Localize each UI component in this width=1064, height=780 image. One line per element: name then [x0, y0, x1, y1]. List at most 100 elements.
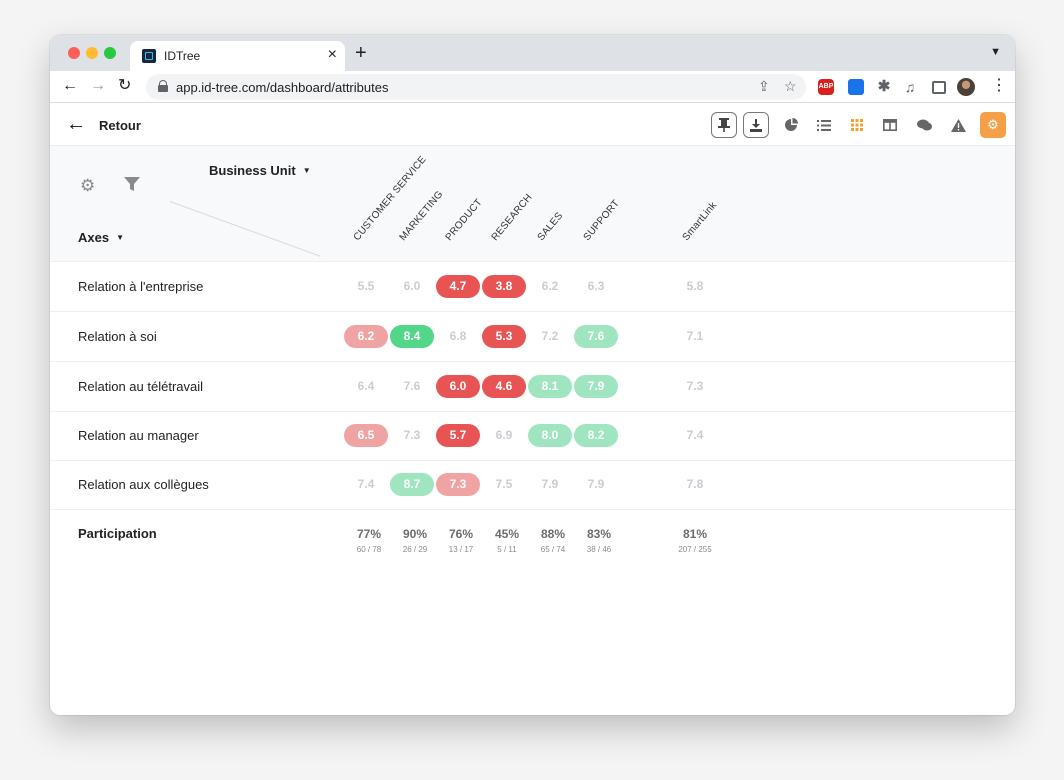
score-cell[interactable]: 5.7 — [436, 424, 480, 447]
address-bar[interactable]: app.id-tree.com/dashboard/attributes ⇪ ☆ — [146, 74, 806, 100]
score-cell[interactable]: 7.1 — [673, 325, 717, 348]
row-label: Relation aux collègues — [78, 477, 209, 492]
columns-icon[interactable] — [877, 112, 903, 138]
browser-menu-icon[interactable]: ⋮ — [991, 77, 1007, 95]
settings-gear-icon[interactable]: ⚙ — [980, 112, 1006, 138]
gear-icon[interactable]: ⚙ — [80, 177, 95, 195]
participation-ratio: 38 / 46 — [586, 545, 612, 554]
extension-icon[interactable] — [848, 79, 864, 95]
table-row: Relation à soi 6.2 8.4 6.8 5.3 7.2 7.6 7… — [50, 312, 1015, 362]
score-cell[interactable]: 6.4 — [344, 375, 388, 398]
score-cell[interactable]: 8.2 — [574, 424, 618, 447]
participation-label: Participation — [78, 526, 157, 541]
column-header-research[interactable]: RESEARCH — [490, 192, 535, 243]
column-header-marketing[interactable]: MARKETING — [398, 189, 446, 243]
back-link[interactable]: Retour — [99, 118, 141, 133]
profile-avatar[interactable] — [957, 78, 975, 96]
axes-dropdown[interactable]: Axes ▼ — [78, 230, 124, 245]
score-cell[interactable]: 5.8 — [673, 275, 717, 298]
score-cell[interactable]: 7.6 — [390, 375, 434, 398]
idtree-favicon-icon — [142, 49, 156, 63]
row-label: Relation au télétravail — [78, 379, 204, 394]
extensions-puzzle-icon[interactable]: ✱ — [876, 79, 892, 95]
score-cell[interactable]: 3.8 — [482, 275, 526, 298]
score-cell[interactable]: 8.1 — [528, 375, 572, 398]
new-tab-button[interactable]: + — [355, 43, 367, 63]
score-cell[interactable]: 7.4 — [673, 424, 717, 447]
app-header: ← Retour ⚙ — [50, 104, 1015, 146]
forward-arrow-icon[interactable]: → — [90, 76, 106, 96]
lock-icon — [158, 80, 168, 92]
participation-ratio: 207 / 255 — [678, 545, 712, 554]
minimize-window-button[interactable] — [86, 47, 98, 59]
pie-chart-icon[interactable] — [778, 112, 804, 138]
comments-icon[interactable] — [911, 112, 937, 138]
column-header-smartlink[interactable]: SmartLink — [681, 200, 720, 243]
adblock-extension-icon[interactable]: ABP — [818, 79, 834, 95]
reload-icon[interactable]: ↻ — [118, 76, 131, 96]
tab-close-icon[interactable]: × — [328, 46, 337, 64]
score-cell[interactable]: 7.3 — [673, 375, 717, 398]
maximize-window-button[interactable] — [104, 47, 116, 59]
participation-percent: 83% — [586, 527, 612, 541]
participation-cell: 81% 207 / 255 — [667, 526, 723, 555]
browser-window: IDTree × + ▼ ← → ↻ app.id-tree.com/dashb… — [50, 35, 1015, 715]
warning-icon[interactable] — [945, 112, 971, 138]
column-header-support[interactable]: SUPPORT — [582, 198, 622, 243]
download-icon[interactable] — [743, 112, 769, 138]
score-cell[interactable]: 4.7 — [436, 275, 480, 298]
score-cell[interactable]: 5.5 — [344, 275, 388, 298]
score-cell[interactable]: 7.8 — [673, 473, 717, 496]
score-cell[interactable]: 6.2 — [344, 325, 388, 348]
score-cell[interactable]: 8.4 — [390, 325, 434, 348]
tab-search-chevron-icon[interactable]: ▼ — [990, 46, 1001, 58]
table-row: Relation aux collègues 7.4 8.7 7.3 7.5 7… — [50, 460, 1015, 510]
row-label: Relation à soi — [78, 329, 157, 344]
score-cell[interactable]: 7.3 — [390, 424, 434, 447]
score-cell[interactable]: 6.9 — [482, 424, 526, 447]
browser-toolbar: ← → ↻ app.id-tree.com/dashboard/attribut… — [50, 71, 1015, 103]
score-cell[interactable]: 6.3 — [574, 275, 618, 298]
close-window-button[interactable] — [68, 47, 80, 59]
table-row: Relation au manager 6.5 7.3 5.7 6.9 8.0 … — [50, 411, 1015, 461]
column-header-product[interactable]: PRODUCT — [444, 197, 485, 243]
score-cell[interactable]: 7.3 — [436, 473, 480, 496]
score-cell[interactable]: 6.5 — [344, 424, 388, 447]
list-icon[interactable] — [811, 112, 837, 138]
grid-icon[interactable] — [844, 112, 870, 138]
filter-icon[interactable] — [124, 177, 140, 191]
table-row: Relation à l'entreprise 5.5 6.0 4.7 3.8 … — [50, 262, 1015, 312]
bookmark-star-icon[interactable]: ☆ — [784, 77, 797, 95]
score-cell[interactable]: 7.6 — [574, 325, 618, 348]
table-header: ⚙ Business Unit ▼ Axes ▼ CUSTOMER SERVICE … — [50, 146, 1015, 262]
score-cell[interactable]: 6.8 — [436, 325, 480, 348]
score-cell[interactable]: 6.0 — [390, 275, 434, 298]
business-unit-dropdown[interactable]: Business Unit ▼ — [209, 163, 311, 178]
score-cell[interactable]: 6.2 — [528, 275, 572, 298]
score-cell[interactable]: 7.9 — [528, 473, 572, 496]
score-cell[interactable]: 7.4 — [344, 473, 388, 496]
browser-tab[interactable]: IDTree × — [130, 41, 345, 71]
caret-down-icon: ▼ — [302, 166, 311, 175]
score-cell[interactable]: 7.5 — [482, 473, 526, 496]
score-cell[interactable]: 8.7 — [390, 473, 434, 496]
score-cell[interactable]: 7.2 — [528, 325, 572, 348]
back-arrow-icon[interactable]: ← — [62, 76, 78, 96]
participation-cell: 83% 38 / 46 — [571, 526, 627, 555]
back-arrow-icon[interactable]: ← — [66, 112, 86, 136]
score-cell[interactable]: 5.3 — [482, 325, 526, 348]
share-icon[interactable]: ⇪ — [758, 77, 770, 95]
score-cell[interactable]: 4.6 — [482, 375, 526, 398]
column-header-sales[interactable]: SALES — [536, 210, 566, 243]
score-cell[interactable]: 8.0 — [528, 424, 572, 447]
axes-label: Axes — [78, 230, 110, 245]
score-cell[interactable]: 7.9 — [574, 375, 618, 398]
score-cell[interactable]: 7.9 — [574, 473, 618, 496]
url-text: app.id-tree.com/dashboard/attributes — [176, 80, 389, 95]
business-unit-label: Business Unit — [209, 163, 296, 178]
score-cell[interactable]: 6.0 — [436, 375, 480, 398]
pin-icon[interactable] — [711, 112, 737, 138]
side-panel-icon[interactable] — [932, 81, 946, 94]
tab-title: IDTree — [164, 49, 201, 63]
media-control-icon[interactable]: ♫ — [902, 79, 918, 95]
